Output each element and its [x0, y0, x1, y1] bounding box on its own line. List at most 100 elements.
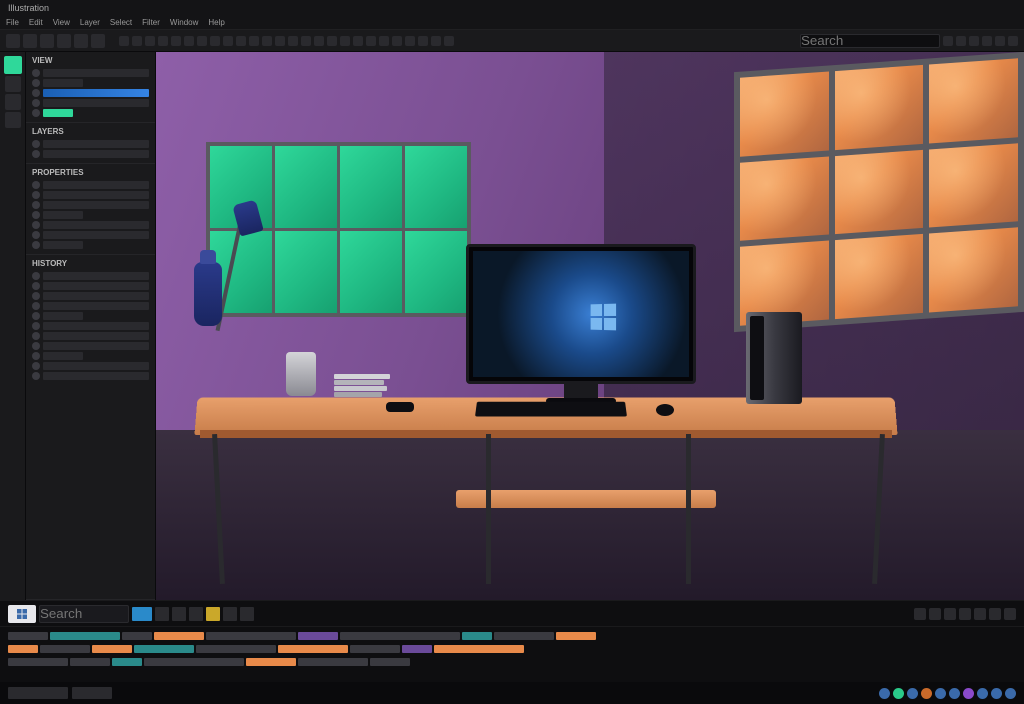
tool-c-icon[interactable]: [145, 36, 155, 46]
taskbar-app-d[interactable]: [189, 607, 203, 621]
tool-g-icon[interactable]: [197, 36, 207, 46]
tool-f-icon[interactable]: [184, 36, 194, 46]
taskbar-app-c[interactable]: [172, 607, 186, 621]
systray-icon[interactable]: [935, 688, 946, 699]
tool-i-icon[interactable]: [223, 36, 233, 46]
history-item[interactable]: [32, 341, 149, 351]
tool-q-icon[interactable]: [327, 36, 337, 46]
color-swatch[interactable]: [4, 56, 22, 74]
tool-text-icon[interactable]: [74, 34, 88, 48]
timeline-tracks[interactable]: [0, 627, 1024, 682]
taskbar-app-g[interactable]: [240, 607, 254, 621]
prop-item[interactable]: [32, 240, 149, 250]
user-avatar-icon[interactable]: [943, 36, 953, 46]
tool-t-icon[interactable]: [366, 36, 376, 46]
tool-select-icon[interactable]: [23, 34, 37, 48]
menu-window[interactable]: Window: [170, 18, 198, 27]
prop-item[interactable]: [32, 180, 149, 190]
history-item[interactable]: [32, 351, 149, 361]
menu-file[interactable]: File: [6, 18, 19, 27]
list-item[interactable]: [32, 108, 149, 118]
tool-n-icon[interactable]: [288, 36, 298, 46]
settings-icon[interactable]: [969, 36, 979, 46]
history-item[interactable]: [32, 361, 149, 371]
systray-icon[interactable]: [907, 688, 918, 699]
prop-item[interactable]: [32, 210, 149, 220]
list-item[interactable]: [32, 68, 149, 78]
tool-z-icon[interactable]: [444, 36, 454, 46]
menu-filter[interactable]: Filter: [142, 18, 160, 27]
tool-l-icon[interactable]: [262, 36, 272, 46]
tool-eraser-icon[interactable]: [91, 34, 105, 48]
tool-s-icon[interactable]: [353, 36, 363, 46]
tool-pen-icon[interactable]: [57, 34, 71, 48]
systray-icon[interactable]: [977, 688, 988, 699]
tool-a-icon[interactable]: [119, 36, 129, 46]
prop-item[interactable]: [32, 190, 149, 200]
notifications-icon[interactable]: [956, 36, 966, 46]
menu-help[interactable]: Help: [208, 18, 224, 27]
history-item[interactable]: [32, 331, 149, 341]
tool-p-icon[interactable]: [314, 36, 324, 46]
tool-y-icon[interactable]: [431, 36, 441, 46]
prop-item[interactable]: [32, 200, 149, 210]
systray-icon[interactable]: [991, 688, 1002, 699]
taskbar-app-b[interactable]: [155, 607, 169, 621]
tray-icon[interactable]: [974, 608, 986, 620]
tool-h-icon[interactable]: [210, 36, 220, 46]
taskbar-search-input[interactable]: [39, 605, 129, 623]
search-input[interactable]: [800, 34, 940, 48]
menu-layer[interactable]: Layer: [80, 18, 100, 27]
tool-j-icon[interactable]: [236, 36, 246, 46]
tool-v-icon[interactable]: [392, 36, 402, 46]
history-item[interactable]: [32, 281, 149, 291]
menu-edit[interactable]: Edit: [29, 18, 43, 27]
menu-view[interactable]: View: [53, 18, 70, 27]
tray-icon[interactable]: [959, 608, 971, 620]
tool-w-icon[interactable]: [405, 36, 415, 46]
tool-o-icon[interactable]: [301, 36, 311, 46]
history-item[interactable]: [32, 371, 149, 381]
systray-icon[interactable]: [921, 688, 932, 699]
systray-icon[interactable]: [893, 688, 904, 699]
tool-u-icon[interactable]: [379, 36, 389, 46]
layer-item[interactable]: [32, 139, 149, 149]
history-item[interactable]: [32, 311, 149, 321]
prop-item[interactable]: [32, 230, 149, 240]
history-item[interactable]: [32, 271, 149, 281]
tool-d-icon[interactable]: [158, 36, 168, 46]
taskbar-app-f[interactable]: [223, 607, 237, 621]
systray-icon[interactable]: [963, 688, 974, 699]
maximize-icon[interactable]: [995, 36, 1005, 46]
tool-b-icon[interactable]: [132, 36, 142, 46]
tool-r-icon[interactable]: [340, 36, 350, 46]
tool-brush-icon[interactable]: [40, 34, 54, 48]
history-item[interactable]: [32, 291, 149, 301]
taskbar-app-e[interactable]: [206, 607, 220, 621]
close-icon[interactable]: [1008, 36, 1018, 46]
tool-move-icon[interactable]: [6, 34, 20, 48]
systray-icon[interactable]: [1005, 688, 1016, 699]
vtool-b-icon[interactable]: [5, 94, 21, 110]
tray-icon[interactable]: [929, 608, 941, 620]
vtool-c-icon[interactable]: [5, 112, 21, 128]
prop-item[interactable]: [32, 220, 149, 230]
tray-icon[interactable]: [1004, 608, 1016, 620]
history-item[interactable]: [32, 321, 149, 331]
tool-k-icon[interactable]: [249, 36, 259, 46]
systray-icon[interactable]: [879, 688, 890, 699]
history-item[interactable]: [32, 301, 149, 311]
canvas-viewport[interactable]: [156, 52, 1024, 600]
tool-x-icon[interactable]: [418, 36, 428, 46]
menu-select[interactable]: Select: [110, 18, 132, 27]
layer-item[interactable]: [32, 149, 149, 159]
tool-e-icon[interactable]: [171, 36, 181, 46]
vtool-a-icon[interactable]: [5, 76, 21, 92]
tool-m-icon[interactable]: [275, 36, 285, 46]
start-button[interactable]: [8, 605, 36, 623]
tray-icon[interactable]: [914, 608, 926, 620]
tray-icon[interactable]: [944, 608, 956, 620]
tray-icon[interactable]: [989, 608, 1001, 620]
list-item[interactable]: [32, 88, 149, 98]
list-item[interactable]: [32, 78, 149, 88]
